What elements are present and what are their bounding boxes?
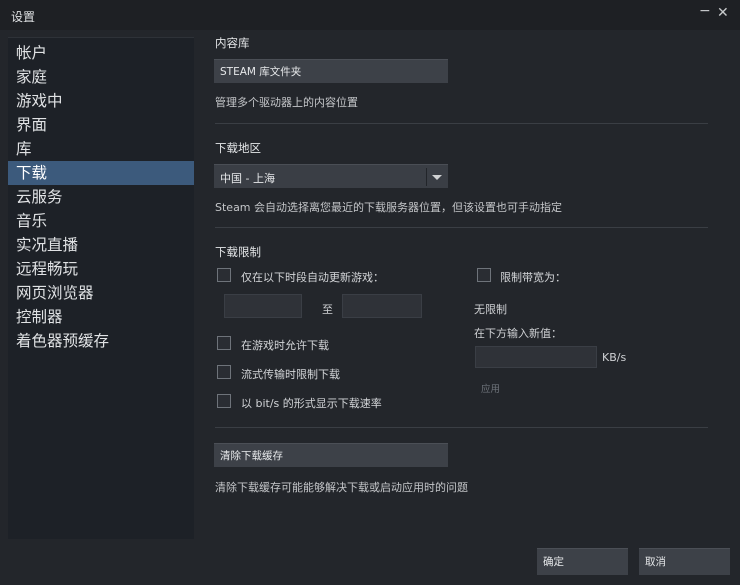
download-region-description: Steam 会自动选择离您最近的下载服务器位置，但该设置也可手动指定 [215, 201, 563, 214]
settings-sidebar: 帐户 家庭 游戏中 界面 库 下载 云服务 音乐 实况直播 远程畅玩 网页浏览器… [8, 37, 194, 539]
show-bits-checkbox[interactable] [217, 394, 231, 408]
allow-while-playing-checkbox[interactable] [217, 336, 231, 350]
close-icon[interactable]: ✕ [717, 5, 729, 21]
throttle-while-streaming-checkbox[interactable] [217, 365, 231, 379]
limit-bandwidth-label: 限制带宽为： [500, 271, 566, 284]
sidebar-item-shader-cache[interactable]: 着色器预缓存 [8, 329, 194, 353]
sidebar-item-library[interactable]: 库 [8, 137, 194, 161]
throttle-while-streaming-label: 流式传输时限制下载 [241, 368, 340, 381]
title-bar: 设置 − ✕ [0, 0, 740, 30]
sidebar-item-in-game[interactable]: 游戏中 [8, 89, 194, 113]
sidebar-item-remote-play[interactable]: 远程畅玩 [8, 257, 194, 281]
apply-button[interactable]: 应用 [481, 381, 500, 395]
chevron-down-icon[interactable] [432, 175, 442, 180]
downloads-settings-panel: 内容库 STEAM 库文件夹 管理多个驱动器上的内容位置 下载地区 中国 - 上… [194, 30, 740, 544]
download-limits-heading: 下载限制 [215, 245, 261, 259]
limit-bandwidth-checkbox[interactable] [477, 268, 491, 282]
sidebar-item-music[interactable]: 音乐 [8, 209, 194, 233]
auto-update-window-label: 仅在以下时段自动更新游戏： [241, 271, 384, 284]
download-region-value: 中国 - 上海 [220, 172, 275, 185]
auto-update-window-checkbox[interactable] [217, 268, 231, 282]
enter-new-value-label: 在下方输入新值： [474, 327, 562, 340]
sidebar-item-account[interactable]: 帐户 [8, 41, 194, 65]
bandwidth-unit: KB/s [602, 351, 627, 364]
bandwidth-no-limit-text: 无限制 [474, 303, 507, 316]
sidebar-item-family[interactable]: 家庭 [8, 65, 194, 89]
download-region-heading: 下载地区 [215, 141, 261, 155]
sidebar-item-controller[interactable]: 控制器 [8, 305, 194, 329]
sidebar-item-web-browser[interactable]: 网页浏览器 [8, 281, 194, 305]
download-region-select[interactable]: 中国 - 上海 [214, 164, 448, 188]
divider [215, 123, 708, 124]
steam-library-folders-button[interactable]: STEAM 库文件夹 [214, 59, 448, 83]
update-end-time-input[interactable] [342, 294, 422, 318]
divider [215, 427, 708, 428]
download-cache-description: 清除下载缓存可能能够解决下载或启动应用时的问题 [215, 481, 468, 494]
bandwidth-value-input[interactable] [475, 346, 597, 368]
content-library-description: 管理多个驱动器上的内容位置 [215, 96, 358, 109]
show-bits-label: 以 bit/s 的形式显示下载速率 [241, 397, 382, 410]
ok-button[interactable]: 确定 [537, 548, 628, 575]
clear-download-cache-button[interactable]: 清除下载缓存 [214, 443, 448, 467]
divider [215, 227, 708, 228]
content-library-heading: 内容库 [215, 36, 250, 50]
minimize-icon[interactable]: − [699, 3, 711, 19]
sidebar-item-broadcasting[interactable]: 实况直播 [8, 233, 194, 257]
allow-while-playing-label: 在游戏时允许下载 [241, 339, 329, 352]
time-range-separator: 至 [322, 303, 333, 316]
sidebar-item-downloads[interactable]: 下载 [8, 161, 194, 185]
update-start-time-input[interactable] [224, 294, 302, 318]
sidebar-item-interface[interactable]: 界面 [8, 113, 194, 137]
sidebar-item-cloud[interactable]: 云服务 [8, 185, 194, 209]
window-title: 设置 [11, 10, 36, 24]
dropdown-separator [426, 168, 427, 186]
cancel-button[interactable]: 取消 [639, 548, 730, 575]
